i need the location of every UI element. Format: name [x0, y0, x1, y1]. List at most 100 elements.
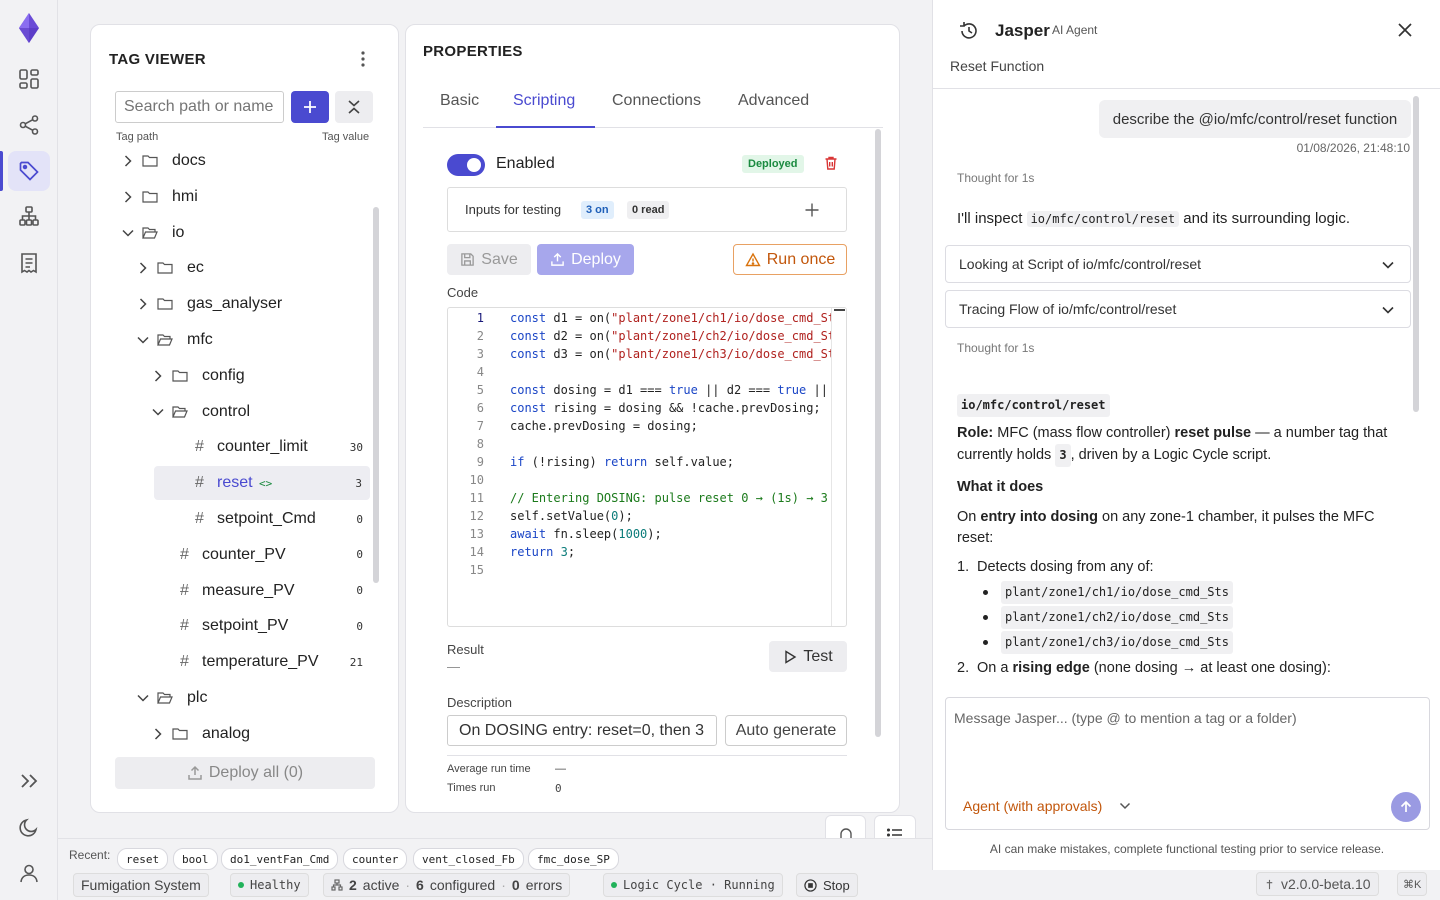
tree-tag[interactable]: # temperature_PV 21 — [91, 645, 371, 679]
recent-chip[interactable]: vent_closed_Fb — [413, 848, 524, 870]
logo-icon[interactable] — [8, 8, 50, 48]
command-shortcut[interactable]: ⌘K — [1397, 872, 1428, 896]
health-status[interactable]: Healthy — [230, 873, 309, 897]
tree-scrollbar[interactable] — [373, 207, 379, 583]
chevron-right-icon[interactable] — [136, 261, 150, 275]
chevron-right-icon[interactable] — [121, 190, 135, 204]
result-label: Result — [447, 642, 484, 657]
tag-icon[interactable] — [8, 151, 50, 191]
hash-icon: # — [195, 438, 204, 456]
chevron-down-icon[interactable] — [136, 333, 150, 347]
tree-tag[interactable]: # counter_PV 0 — [91, 538, 371, 572]
tool-step-script[interactable]: Looking at Script of io/mfc/control/rese… — [945, 245, 1411, 283]
tool-step-flow[interactable]: Tracing Flow of io/mfc/control/reset — [945, 290, 1411, 328]
tab-basic[interactable]: Basic — [440, 92, 479, 110]
inputs-for-testing[interactable]: Inputs for testing 3 on 0 read — [447, 187, 847, 232]
pipeline-stats[interactable]: 2 active · 6 configured · 0 errors — [323, 873, 571, 897]
recent-chip[interactable]: fmc_dose_SP — [528, 848, 619, 870]
stop-label: Stop — [823, 877, 850, 893]
upload-icon — [551, 252, 564, 266]
add-tag-button[interactable] — [291, 91, 329, 123]
tree-folder[interactable]: plc — [91, 681, 371, 715]
hierarchy-icon[interactable] — [8, 196, 50, 236]
chevron-right-icon[interactable] — [151, 369, 165, 383]
tag-value: 30 — [349, 440, 363, 454]
recent-chip[interactable]: counter — [343, 848, 408, 870]
tree-folder[interactable]: config — [91, 359, 371, 393]
collapse-all-button[interactable] — [335, 91, 373, 123]
code-editor[interactable]: 1 const d1 = on("plant/zone1/ch1/io/dose_… — [447, 307, 847, 627]
plus-icon[interactable] — [804, 202, 820, 218]
description-input[interactable] — [447, 715, 717, 746]
deploy-button[interactable]: Deploy — [537, 244, 634, 275]
deploy-all-button[interactable]: Deploy all (0) — [115, 757, 375, 789]
stop-button[interactable]: Stop — [796, 873, 858, 897]
system-name[interactable]: Fumigation System — [73, 873, 209, 897]
history-icon[interactable] — [958, 20, 980, 42]
tree-tag[interactable]: # reset <> 3 — [154, 466, 370, 501]
status-dot — [238, 882, 244, 888]
agent-mode-select[interactable]: Agent (with approvals) — [963, 798, 1132, 814]
chat-scrollbar[interactable] — [1413, 96, 1419, 412]
tree-label: counter_PV — [202, 545, 286, 563]
tree-tag[interactable]: # setpoint_Cmd 0 — [91, 502, 371, 536]
health-label: Healthy — [250, 878, 301, 892]
what-heading: What it does — [957, 479, 1044, 495]
close-icon[interactable] — [1395, 20, 1417, 42]
chevron-down-icon[interactable] — [121, 226, 135, 240]
tree-tag[interactable]: # counter_limit 30 — [91, 430, 371, 464]
logic-cycle-label: Logic Cycle · Running — [623, 878, 775, 892]
share-icon[interactable] — [8, 105, 50, 145]
role-text1: MFC (mass flow controller) — [993, 425, 1175, 441]
chevron-right-icon[interactable] — [151, 727, 165, 741]
logic-cycle-status[interactable]: Logic Cycle · Running — [603, 873, 783, 897]
tree-folder[interactable]: gas_analyser — [91, 287, 371, 321]
agent-role: AI Agent — [1052, 23, 1098, 37]
run-once-button[interactable]: Run once — [733, 244, 847, 275]
editor-scroll-thumb[interactable] — [834, 309, 845, 311]
message-input[interactable]: Message Jasper... (type @ to mention a t… — [954, 710, 1297, 726]
send-button[interactable] — [1391, 792, 1421, 822]
chevron-down-icon[interactable] — [136, 691, 150, 705]
properties-scrollbar[interactable] — [875, 129, 881, 737]
delete-script-icon[interactable] — [823, 155, 841, 173]
tab-advanced[interactable]: Advanced — [738, 92, 809, 110]
tab-scripting[interactable]: Scripting — [513, 92, 575, 110]
tree-folder[interactable]: ec — [91, 251, 371, 285]
enabled-toggle[interactable] — [447, 154, 485, 176]
recent-chip[interactable]: bool — [173, 848, 218, 870]
chevron-down-icon[interactable] — [151, 405, 165, 419]
expand-icon[interactable] — [8, 761, 50, 801]
tree-folder[interactable]: control — [91, 395, 371, 429]
times-run-value: 0 — [555, 782, 562, 795]
tree-tag[interactable]: # setpoint_PV 0 — [91, 609, 371, 643]
tree-folder[interactable]: hmi — [91, 180, 371, 214]
auto-generate-button[interactable]: Auto generate — [725, 715, 847, 746]
inputs-read-badge: 0 read — [627, 201, 670, 219]
more-vertical-icon[interactable] — [353, 49, 373, 69]
tabs-divider — [423, 127, 883, 128]
tree-folder[interactable]: analog — [91, 717, 371, 750]
chevron-right-icon[interactable] — [121, 154, 135, 168]
tag-search-input[interactable] — [115, 91, 284, 123]
tag-tree: docs hmi io ec gas_analyser mfc config control #… — [91, 144, 381, 750]
test-button[interactable]: Test — [769, 641, 847, 672]
version-badge[interactable]: v2.0.0-beta.10 — [1256, 872, 1379, 896]
moon-icon[interactable] — [8, 807, 50, 847]
list-item: plant/zone1/ch2/io/dose_cmd_Sts — [983, 606, 1405, 631]
recent-chip[interactable]: reset — [117, 848, 169, 870]
tree-folder[interactable]: mfc — [91, 323, 371, 357]
tree-folder[interactable]: io — [91, 216, 371, 250]
receipt-icon[interactable] — [8, 243, 50, 283]
dashboard-icon[interactable] — [8, 59, 50, 99]
recent-chip[interactable]: do1_ventFan_Cmd — [221, 848, 339, 870]
tree-tag[interactable]: # measure_PV 0 — [91, 574, 371, 608]
chevron-right-icon[interactable] — [136, 297, 150, 311]
save-button[interactable]: Save — [447, 244, 531, 275]
user-icon[interactable] — [8, 853, 50, 893]
recent-label: Recent: — [69, 848, 111, 862]
chevron-down-icon — [1120, 802, 1131, 810]
tab-connections[interactable]: Connections — [612, 92, 701, 110]
avg-run-label: Average run time — [447, 763, 531, 775]
tree-folder[interactable]: docs — [91, 144, 371, 178]
